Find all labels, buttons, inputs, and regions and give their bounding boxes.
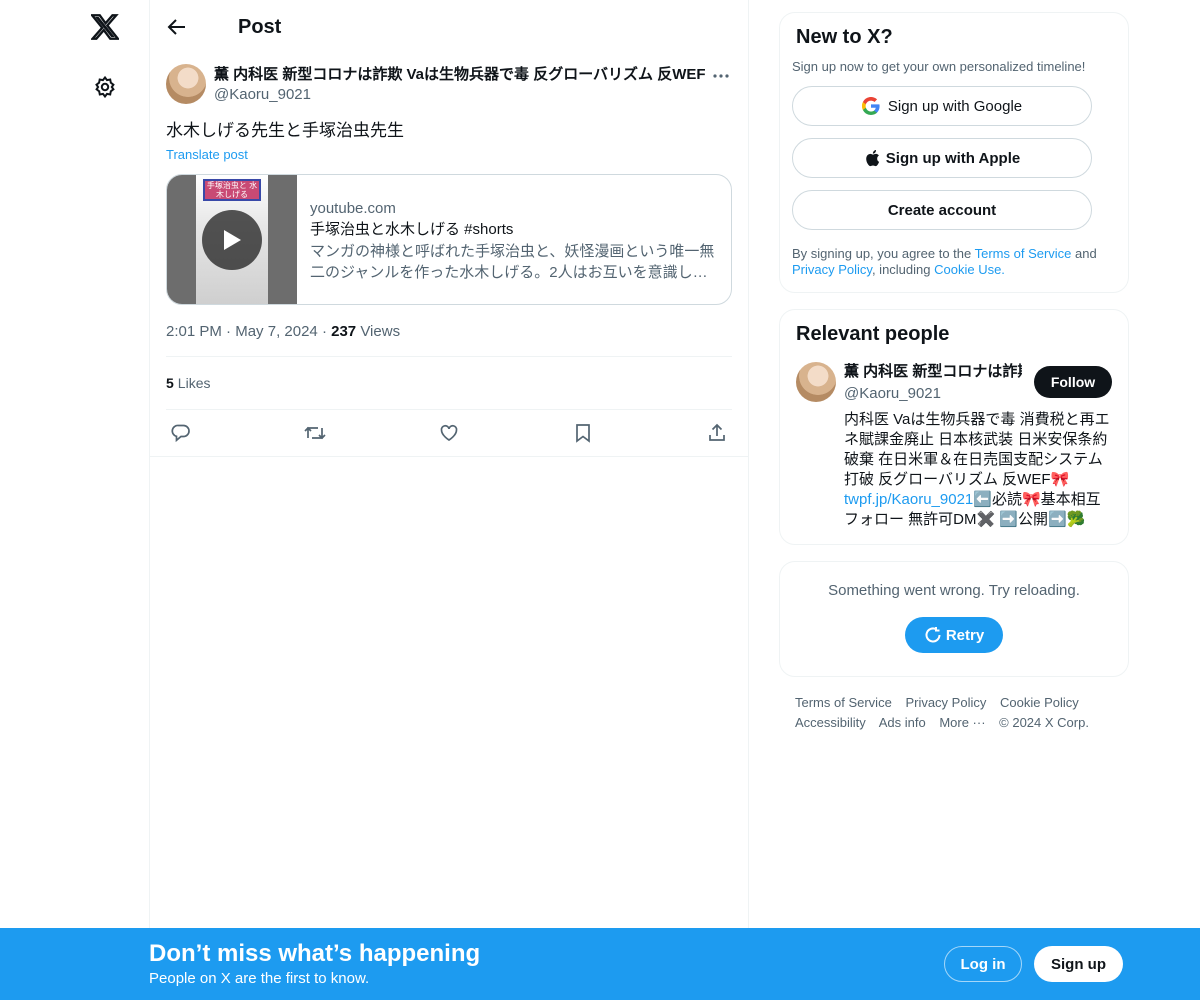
footer-copyright: © 2024 X Corp.	[999, 715, 1089, 730]
google-icon	[861, 97, 880, 115]
create-account-button[interactable]: Create account	[792, 190, 1092, 230]
more-icon[interactable]	[710, 66, 732, 86]
legal-including: , including	[871, 262, 935, 277]
right-sidebar: New to X? Sign up now to get your own pe…	[779, 12, 1129, 733]
post: 薫 内科医 新型コロナは詐欺 Vaは生物兵器で毒 反グローバリズム 反WEF @…	[150, 64, 748, 457]
signup-title: New to X?	[796, 26, 893, 48]
likes-row[interactable]: 5 Likes	[166, 357, 732, 410]
main-column: Post 薫 内科医 新型コロナは詐欺 Vaは生物兵器で毒 反グローバリズム 反…	[149, 0, 749, 930]
google-button-label: Sign up with Google	[887, 97, 1023, 115]
post-date[interactable]: May 7, 2024	[235, 323, 318, 340]
apple-icon	[866, 150, 879, 167]
card-thumbnail[interactable]: 手塚治虫と 水木しげる	[167, 175, 297, 304]
avatar[interactable]	[166, 64, 206, 104]
card-body: youtube.com 手塚治虫と水木しげる #shorts マンガの神様と呼ば…	[297, 175, 731, 304]
post-meta: 2:01 PM · May 7, 2024 · 237 Views	[166, 323, 732, 357]
card-title: 手塚治虫と水木しげる #shorts	[310, 221, 514, 238]
page-title: Post	[238, 15, 282, 38]
legal-and: and	[1071, 246, 1097, 261]
translate-link[interactable]: Translate post	[166, 147, 248, 162]
post-time[interactable]: 2:01 PM	[166, 323, 222, 340]
avatar[interactable]	[796, 362, 836, 402]
share-icon[interactable]	[706, 422, 728, 444]
play-icon[interactable]	[202, 210, 262, 270]
likes-count: 5	[166, 375, 174, 391]
thumbnail-caption: 手塚治虫と 水木しげる	[203, 179, 261, 201]
card-description: マンガの神様と呼ばれた手塚治虫と、妖怪漫画という唯一無二のジャンルを作った水木し…	[310, 243, 715, 281]
action-bar	[150, 410, 748, 457]
footer-ads[interactable]: Ads info	[879, 715, 926, 730]
apple-button-label: Sign up with Apple	[885, 149, 1021, 167]
signup-legal: By signing up, you agree to the Terms of…	[792, 246, 1112, 278]
signup-button[interactable]: Sign up	[1034, 946, 1123, 982]
footer-privacy[interactable]: Privacy Policy	[905, 695, 986, 710]
legal-prefix: By signing up, you agree to the	[792, 246, 975, 261]
like-icon[interactable]	[438, 422, 460, 444]
signup-subtitle: Sign up now to get your own personalized…	[792, 59, 1086, 74]
error-message: Something went wrong. Try reloading.	[828, 582, 1080, 599]
person-name[interactable]: 薫 内科医 新型コロナは詐欺	[844, 362, 1022, 382]
link-card[interactable]: 手塚治虫と 水木しげる youtube.com 手塚治虫と水木しげる #shor…	[166, 174, 732, 305]
views-label: Views	[360, 323, 401, 340]
bio-link[interactable]: twpf.jp/Kaoru_9021	[844, 491, 973, 508]
person-bio: 内科医 Vaは生物兵器で毒 消費税と再エネ賦課金廃止 日本核武装 日米安保条約破…	[844, 410, 1112, 530]
bottom-bar-title: Don’t miss what’s happening	[149, 940, 481, 967]
left-rail	[0, 0, 150, 1000]
error-panel: Something went wrong. Try reloading. Ret…	[779, 561, 1129, 677]
signup-apple-button[interactable]: Sign up with Apple	[792, 138, 1092, 178]
bio-text: 内科医 Vaは生物兵器で毒 消費税と再エネ賦課金廃止 日本核武装 日米安保条約破…	[844, 411, 1110, 488]
author-row: 薫 内科医 新型コロナは詐欺 Vaは生物兵器で毒 反グローバリズム 反WEF @…	[166, 64, 732, 105]
follow-button[interactable]: Follow	[1034, 366, 1112, 398]
footer-cookie[interactable]: Cookie Policy	[1000, 695, 1079, 710]
relevant-title: Relevant people	[796, 323, 950, 345]
card-domain: youtube.com	[310, 200, 396, 217]
footer-terms[interactable]: Terms of Service	[795, 695, 892, 710]
person-handle[interactable]: @Kaoru_9021	[844, 382, 1022, 406]
header: Post	[150, 0, 748, 54]
footer-links: Terms of Service Privacy Policy Cookie P…	[779, 693, 1099, 733]
bottom-signup-bar: Don’t miss what’s happening People on X …	[0, 928, 1200, 1000]
signup-panel: New to X? Sign up now to get your own pe…	[779, 12, 1129, 293]
meta-separator: ·	[226, 323, 236, 340]
author-name[interactable]: 薫 内科医 新型コロナは詐欺 Vaは生物兵器で毒 反グローバリズム 反WEF	[214, 65, 710, 85]
x-logo-icon[interactable]	[88, 10, 122, 44]
author-handle[interactable]: @Kaoru_9021	[214, 85, 710, 105]
cookie-link[interactable]: Cookie Use.	[934, 262, 1005, 277]
person-info: 薫 内科医 新型コロナは詐欺 @Kaoru_9021	[844, 362, 1022, 406]
footer-accessibility[interactable]: Accessibility	[795, 715, 866, 730]
login-button[interactable]: Log in	[944, 946, 1022, 982]
reply-icon[interactable]	[170, 422, 192, 444]
meta-separator: ·	[321, 323, 332, 340]
terms-link[interactable]: Terms of Service	[975, 246, 1072, 261]
footer-more[interactable]: More ···	[939, 715, 985, 730]
gear-icon[interactable]	[88, 70, 122, 104]
signup-google-button[interactable]: Sign up with Google	[792, 86, 1092, 126]
privacy-link[interactable]: Privacy Policy	[792, 262, 872, 277]
bottom-bar-subtitle: People on X are the first to know.	[149, 970, 370, 987]
create-account-label: Create account	[887, 201, 997, 219]
repost-icon[interactable]	[304, 422, 326, 444]
views-count: 237	[331, 323, 357, 340]
retry-label: Retry	[945, 626, 985, 644]
person-row[interactable]: 薫 内科医 新型コロナは詐欺 @Kaoru_9021 Follow	[796, 362, 1112, 406]
retry-button[interactable]: Retry	[905, 617, 1003, 653]
refresh-icon	[925, 627, 941, 643]
relevant-people-panel: Relevant people 薫 内科医 新型コロナは詐欺 @Kaoru_90…	[779, 309, 1129, 545]
likes-label: Likes	[177, 375, 211, 391]
author-info: 薫 内科医 新型コロナは詐欺 Vaは生物兵器で毒 反グローバリズム 反WEF @…	[214, 64, 710, 105]
bookmark-icon[interactable]	[572, 422, 594, 444]
post-text: 水木しげる先生と手塚治虫先生	[166, 121, 404, 140]
back-arrow-icon[interactable]	[166, 16, 188, 38]
